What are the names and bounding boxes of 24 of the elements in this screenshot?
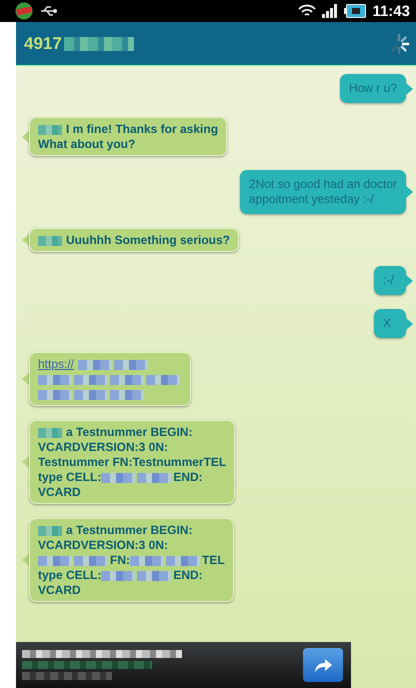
- message-text: 2Not so good had an doctor: [248, 177, 397, 191]
- message-text: a Testnummer BEGIN:: [66, 425, 192, 439]
- message-text: FN:: [110, 553, 130, 567]
- message-text: END:: [173, 470, 203, 484]
- message-text: VCARDVERSION:3 0N:: [38, 440, 168, 454]
- message-text: Testnummer FN:TestnummerTEL: [38, 455, 226, 469]
- message-text: Uuuhhh Something serious?: [66, 233, 230, 247]
- message-text: What about you?: [38, 137, 136, 151]
- message-text: :-/: [383, 273, 394, 287]
- message-link[interactable]: https://: [38, 357, 74, 371]
- message-text: VCARD: [38, 485, 81, 499]
- status-time: 11:43: [372, 2, 410, 20]
- message-text: appoitment yesteday :-/: [248, 192, 374, 206]
- message-text: X: [383, 316, 392, 330]
- message-text: a Testnummer BEGIN:: [66, 523, 192, 537]
- contact-number: 4917: [24, 34, 62, 54]
- message-text: END:: [173, 568, 203, 582]
- message-text: How r u?: [348, 81, 397, 95]
- message-text: I m fine! Thanks for asking: [66, 122, 218, 136]
- message-text: VCARDVERSION:3 0N:: [38, 538, 168, 552]
- message-text: type CELL:: [38, 470, 102, 484]
- message-text: VCARD: [38, 583, 81, 597]
- message-text: type CELL:: [38, 568, 102, 582]
- message-text: TEL: [202, 553, 225, 567]
